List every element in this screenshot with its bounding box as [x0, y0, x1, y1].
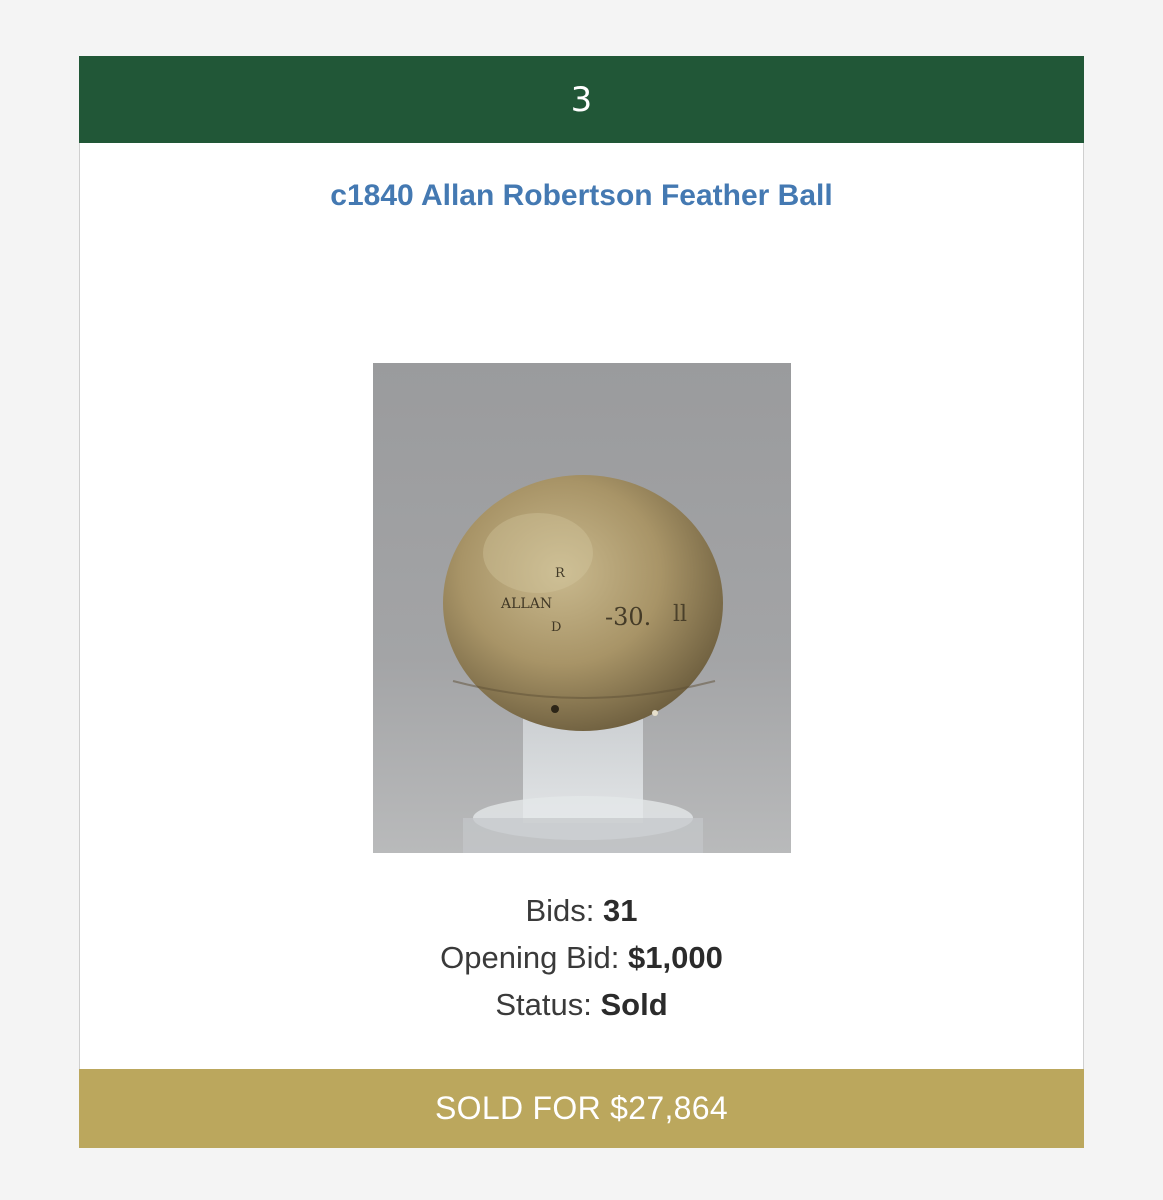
status-row: Status: Sold — [80, 981, 1083, 1028]
sold-price-bar: SOLD FOR $27,864 — [79, 1069, 1084, 1148]
lot-card: 3 c1840 Allan Robertson Feather Ball ALL… — [79, 56, 1084, 1148]
lot-number: 3 — [570, 79, 593, 120]
svg-text:ll: ll — [673, 602, 687, 627]
lot-number-header: 3 — [79, 56, 1084, 143]
sold-price-text: SOLD FOR $27,864 — [435, 1090, 728, 1126]
opening-bid-label: Opening Bid: — [440, 940, 629, 975]
status-label: Status: — [495, 987, 601, 1022]
bids-row: Bids: 31 — [80, 887, 1083, 934]
lot-details: Bids: 31 Opening Bid: $1,000 Status: Sol… — [80, 887, 1083, 1028]
status-value: Sold — [600, 987, 668, 1022]
opening-bid-row: Opening Bid: $1,000 — [80, 934, 1083, 981]
feather-ball-image: ALLAN R D -30. ll — [373, 363, 791, 853]
svg-text:D: D — [551, 620, 561, 635]
svg-text:R: R — [555, 566, 566, 581]
svg-text:-30.: -30. — [605, 603, 651, 631]
lot-title-link[interactable]: c1840 Allan Robertson Feather Ball — [80, 179, 1083, 213]
bids-value: 31 — [603, 893, 638, 928]
lot-photo[interactable]: ALLAN R D -30. ll — [373, 363, 791, 853]
opening-bid-value: $1,000 — [628, 940, 723, 975]
bids-label: Bids: — [525, 893, 604, 928]
svg-text:ALLAN: ALLAN — [500, 596, 552, 612]
